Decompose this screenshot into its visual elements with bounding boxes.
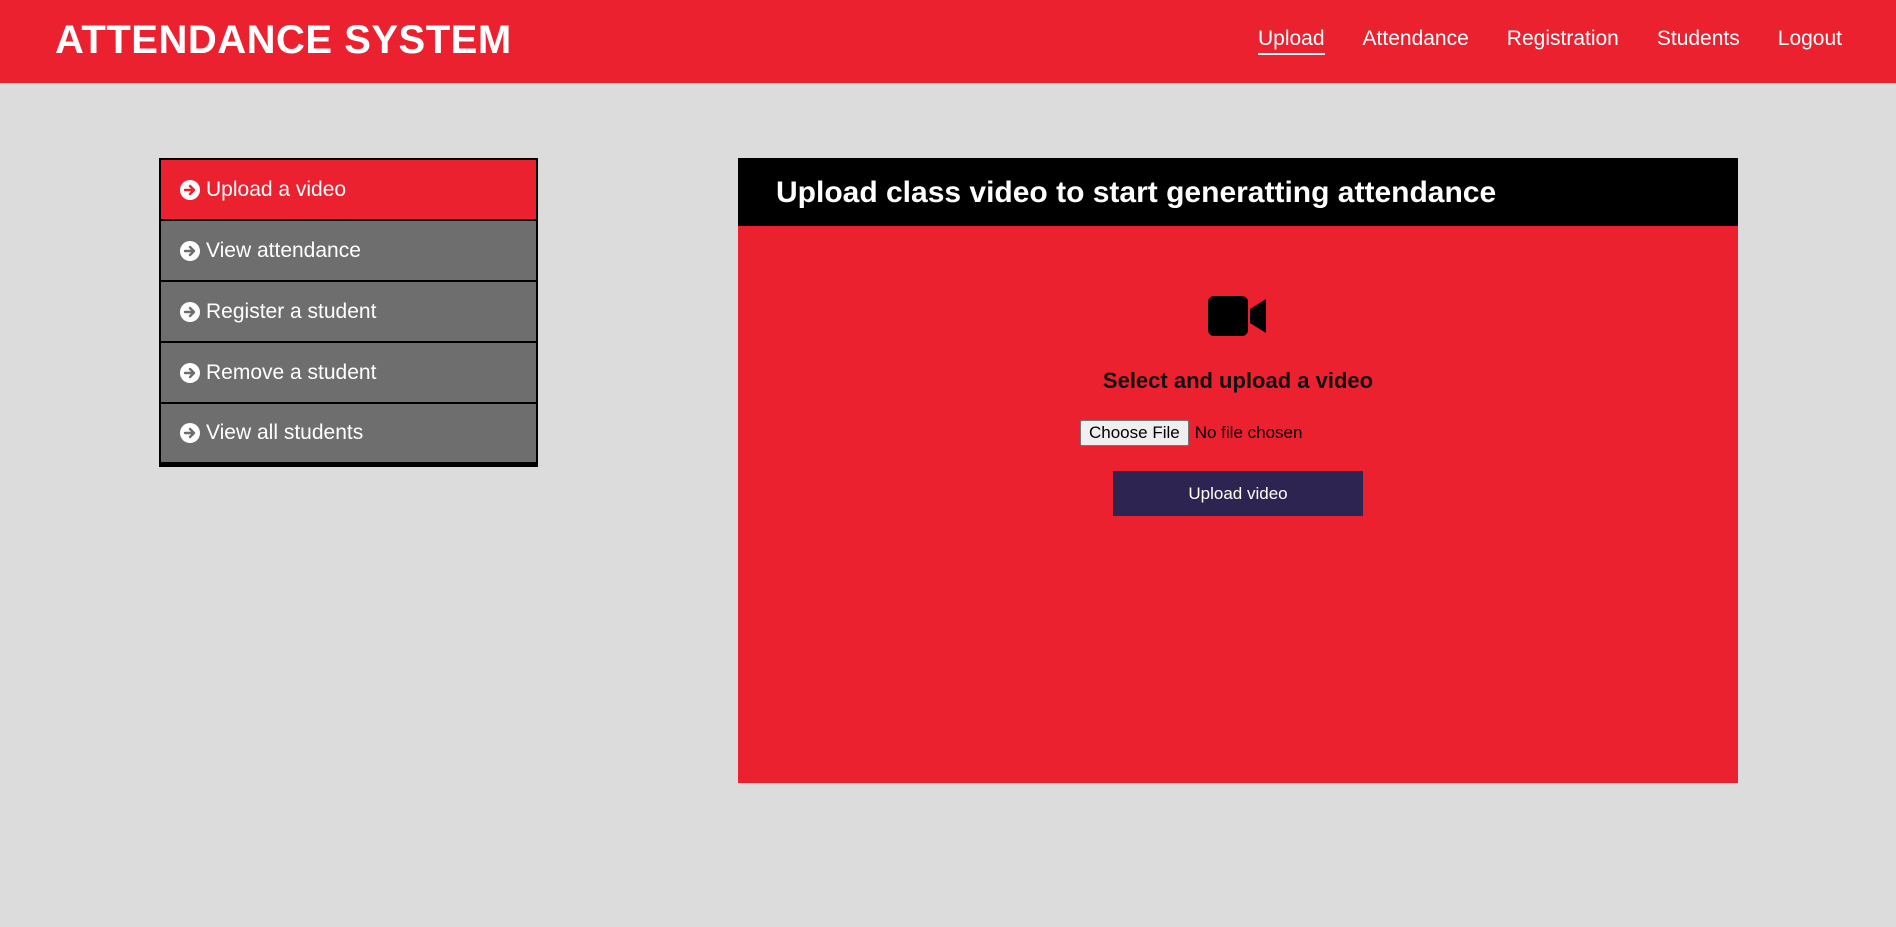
- sidebar-item-upload-video[interactable]: Upload a video: [161, 160, 536, 221]
- nav-attendance[interactable]: Attendance: [1363, 27, 1469, 55]
- upload-instruction: Select and upload a video: [1102, 368, 1374, 393]
- sidebar-item-view-all-students[interactable]: View all students: [161, 404, 536, 465]
- arrow-circle-right-icon: [180, 423, 200, 443]
- sidebar-item-register-student[interactable]: Register a student: [161, 282, 536, 343]
- panel-title: Upload class video to start generatting …: [738, 158, 1738, 226]
- file-picker: Choose File No file chosen: [1080, 420, 1302, 446]
- nav-upload[interactable]: Upload: [1257, 27, 1325, 55]
- sidebar-item-label: Register a student: [206, 299, 377, 323]
- sidebar-item-label: View attendance: [206, 238, 361, 262]
- upload-panel: Upload class video to start generatting …: [738, 158, 1738, 783]
- nav-students[interactable]: Students: [1657, 27, 1740, 55]
- sidebar-item-label: View all students: [206, 421, 364, 444]
- nav-logout[interactable]: Logout: [1778, 27, 1842, 55]
- top-navbar: ATTENDANCE SYSTEM Upload Attendance Regi…: [0, 0, 1896, 83]
- nav-registration[interactable]: Registration: [1507, 27, 1619, 55]
- arrow-circle-right-icon: [180, 362, 200, 383]
- side-menu: Upload a video View attendance Register …: [159, 158, 538, 467]
- choose-file-button[interactable]: Choose File: [1080, 420, 1189, 446]
- file-status-text: No file chosen: [1194, 423, 1303, 442]
- sidebar-item-view-attendance[interactable]: View attendance: [161, 221, 536, 282]
- sidebar-item-label: Remove a student: [206, 360, 377, 384]
- arrow-circle-right-icon: [180, 179, 200, 200]
- upload-video-button[interactable]: Upload video: [1113, 471, 1363, 516]
- sidebar-item-remove-student[interactable]: Remove a student: [161, 343, 536, 404]
- video-camera-icon: [1208, 295, 1268, 342]
- app-title: ATTENDANCE SYSTEM: [55, 18, 512, 62]
- arrow-circle-right-icon: [180, 240, 200, 261]
- arrow-circle-right-icon: [180, 301, 200, 322]
- sidebar-item-label: Upload a video: [206, 177, 347, 201]
- main-nav: Upload Attendance Registration Students …: [1220, 27, 1842, 55]
